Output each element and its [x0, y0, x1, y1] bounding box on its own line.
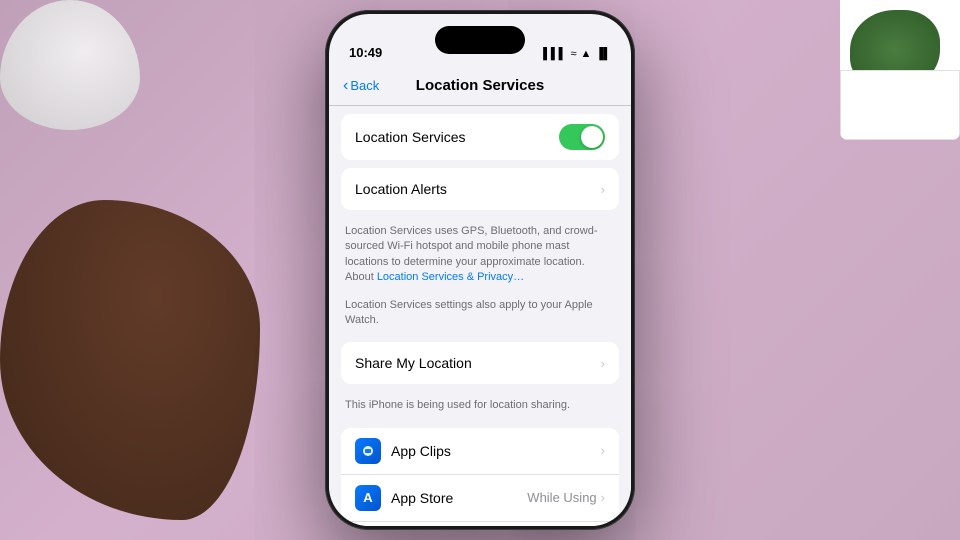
back-chevron-icon: ‹ [343, 77, 348, 95]
wifi-icon: ≈ [570, 48, 576, 60]
share-desc: This iPhone is being used for location s… [329, 392, 631, 419]
share-my-location-label: Share My Location [355, 355, 601, 371]
phone-screen: 10:49 ▌▌▌ ≈ ▲ ▐▌ ‹ Back Location Service… [329, 14, 631, 526]
scroll-content[interactable]: Location Services Location Alerts › [329, 106, 631, 526]
toggle-knob [581, 126, 603, 148]
signal-icon: ▌▌▌ [543, 48, 566, 60]
plant-pot [840, 70, 960, 140]
apple-watch-faces-row[interactable]: Apple Watch Faces While Using › [341, 522, 619, 526]
battery-icon: ▐▌ [595, 48, 611, 60]
location-description: Location Services uses GPS, Bluetooth, a… [329, 218, 631, 292]
back-label: Back [350, 78, 379, 93]
location-services-toggle[interactable] [559, 124, 605, 150]
app-store-icon: A [355, 485, 381, 511]
app-store-row[interactable]: A App Store While Using › [341, 475, 619, 522]
phone-body: 10:49 ▌▌▌ ≈ ▲ ▐▌ ‹ Back Location Service… [325, 10, 635, 530]
nav-title: Location Services [416, 77, 544, 94]
share-location-chevron-icon: › [601, 356, 605, 371]
app-store-value: While Using [527, 490, 596, 505]
nav-bar: ‹ Back Location Services [329, 66, 631, 106]
desc-link[interactable]: Location Services & Privacy… [377, 271, 524, 283]
share-my-location-row[interactable]: Share My Location › [341, 342, 619, 384]
app-clips-icon [355, 438, 381, 464]
app-clips-label: App Clips [391, 443, 601, 459]
location-alerts-label: Location Alerts [355, 181, 601, 197]
location-services-label: Location Services [355, 129, 559, 145]
status-icons: ▌▌▌ ≈ ▲ ▐▌ [543, 48, 611, 60]
location-watch-desc: Location Services settings also apply to… [329, 292, 631, 335]
phone: 10:49 ▌▌▌ ≈ ▲ ▐▌ ‹ Back Location Service… [325, 10, 635, 530]
location-alerts-row[interactable]: Location Alerts › [341, 168, 619, 210]
app-store-label: App Store [391, 490, 527, 506]
location-alerts-chevron-icon: › [601, 182, 605, 197]
location-alerts-group: Location Alerts › [341, 168, 619, 210]
location-icon: ▲ [581, 48, 592, 60]
location-services-row[interactable]: Location Services [341, 114, 619, 160]
share-location-group: Share My Location › [341, 342, 619, 384]
status-time: 10:49 [349, 45, 382, 60]
app-store-chevron-icon: › [601, 490, 605, 505]
apps-group: App Clips › A App Store While Using › [341, 428, 619, 526]
location-services-group: Location Services [341, 114, 619, 160]
plant-decoration [840, 0, 960, 140]
app-clips-row[interactable]: App Clips › [341, 428, 619, 475]
back-button[interactable]: ‹ Back [343, 77, 379, 95]
app-clips-chevron-icon: › [601, 443, 605, 458]
dynamic-island [435, 26, 525, 54]
